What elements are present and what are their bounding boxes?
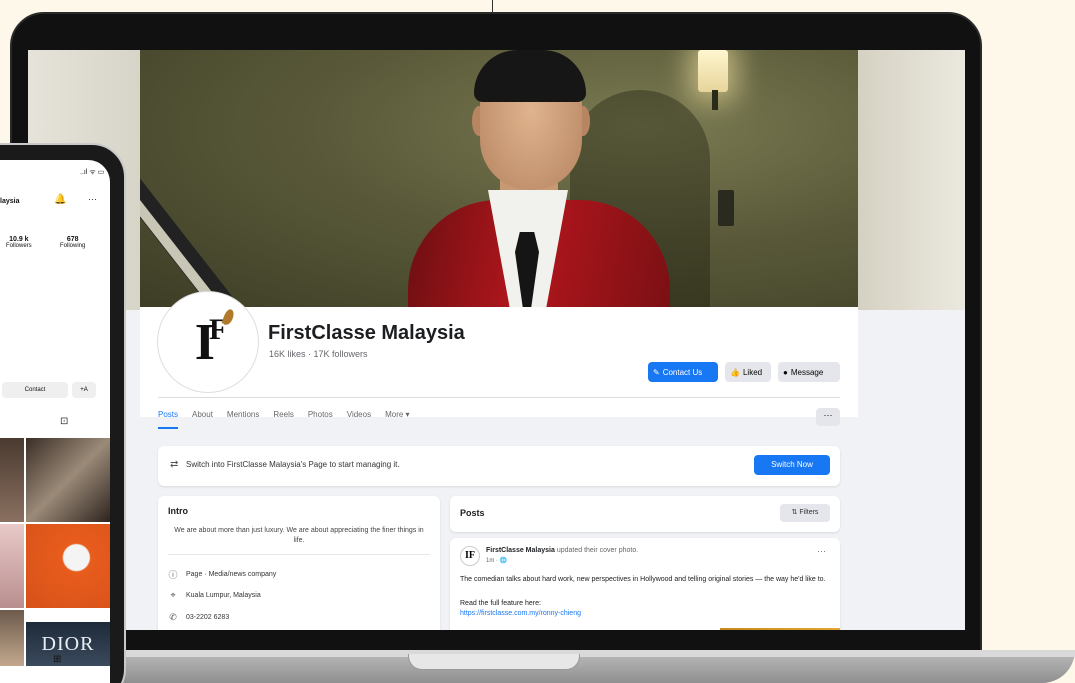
instagram-profile-name: laysia: [0, 198, 20, 205]
post-link[interactable]: https://firstclasse.com.my/ronny-chieng: [460, 610, 581, 617]
header-divider: [158, 397, 840, 398]
pencil-icon: ✎: [653, 367, 660, 377]
contact-button[interactable]: Contact: [2, 382, 68, 398]
contact-us-label: Contact Us: [662, 367, 703, 377]
switch-profile-icon: ⇄: [170, 459, 179, 470]
intro-item-category: ⓘ Page · Media/news company: [168, 568, 276, 581]
intro-item-text[interactable]: 03-2202 6283: [186, 614, 229, 621]
tab-mentions[interactable]: Mentions: [227, 410, 259, 429]
switch-prompt-text: Switch into FirstClasse Malaysia's Page …: [186, 460, 400, 469]
add-user-button[interactable]: +A: [72, 382, 96, 398]
firstclasse-logo: IF: [195, 307, 236, 372]
post-read-more: Read the full feature here:: [460, 600, 541, 607]
tab-about[interactable]: About: [192, 410, 213, 429]
post-image-preview[interactable]: [720, 628, 840, 630]
switch-profile-card: ⇄ Switch into FirstClasse Malaysia's Pag…: [158, 446, 840, 486]
instagram-post-grid: DIOR: [0, 438, 110, 666]
liked-label: Liked: [742, 367, 763, 377]
grid-post[interactable]: [0, 438, 24, 522]
filters-icon: ⇅: [791, 509, 798, 516]
more-options-button[interactable]: ···: [816, 408, 840, 426]
followers-label: Followers: [6, 243, 32, 249]
post-author-avatar[interactable]: IF: [460, 546, 480, 566]
thumbs-up-icon: 👍: [730, 367, 740, 377]
posts-header-card: Posts ⇅ Filters: [450, 496, 840, 532]
post-card: IF FirstClasse Malaysia updated their co…: [450, 538, 840, 630]
cover-wall-fixture: [718, 190, 734, 226]
intro-divider: [168, 554, 430, 555]
intro-item-phone: ✆ 03-2202 6283: [168, 612, 229, 623]
cover-wall-lamp: [698, 50, 728, 92]
followers-stat[interactable]: 10.9 k Followers: [6, 236, 32, 249]
message-button[interactable]: ● Message: [778, 362, 840, 382]
following-count: 678: [66, 236, 79, 243]
filters-button[interactable]: ⇅ Filters: [780, 504, 830, 522]
page-title: FirstClasse Malaysia: [268, 322, 465, 344]
info-icon: ⓘ: [168, 570, 178, 580]
intro-title: Intro: [168, 506, 188, 516]
switch-now-button[interactable]: Switch Now: [754, 455, 830, 475]
grid-post[interactable]: [0, 610, 24, 666]
intro-item-text: Kuala Lumpur, Malaysia: [186, 592, 261, 599]
intro-card: Intro We are about more than just luxury…: [158, 496, 440, 630]
liked-button[interactable]: 👍 Liked: [725, 362, 771, 382]
laptop-trackpad-notch: [408, 654, 580, 670]
post-timestamp[interactable]: 1m · 🌐: [486, 557, 507, 564]
phone-status-bar: ..ıl ᯤ ▭: [80, 169, 105, 176]
grid-post[interactable]: [26, 524, 110, 608]
cover-right-margin: [858, 50, 965, 310]
post-body: The comedian talks about hard work, new …: [460, 576, 826, 583]
tab-more[interactable]: More ▾: [385, 410, 409, 429]
following-stat[interactable]: 678 Following: [60, 236, 85, 249]
post-author-name[interactable]: FirstClasse Malaysia: [486, 547, 555, 554]
intro-item-text: Page · Media/news company: [186, 571, 277, 578]
laptop-screen: IF FirstClasse Malaysia 16K likes · 17K …: [28, 50, 965, 630]
post-action-text: updated their cover photo.: [556, 547, 639, 554]
intro-bio: We are about more than just luxury. We a…: [174, 527, 424, 544]
messenger-icon: ●: [783, 367, 788, 377]
tagged-posts-icon[interactable]: ⊡: [60, 416, 68, 427]
post-author: FirstClasse Malaysia updated their cover…: [486, 547, 638, 554]
message-label: Message: [790, 367, 824, 377]
page-tabs: Posts About Mentions Reels Photos Videos…: [158, 410, 410, 429]
phone-icon: ✆: [169, 612, 177, 622]
filters-label: Filters: [799, 509, 819, 516]
location-icon: ⌖: [170, 590, 176, 600]
cover-person-hair: [474, 50, 586, 102]
logo-leaf-icon: [221, 307, 236, 326]
tab-posts[interactable]: Posts: [158, 410, 179, 429]
tab-videos[interactable]: Videos: [347, 410, 371, 429]
posts-title: Posts: [460, 508, 485, 518]
phone-screen: ..ıl ᯤ ▭ laysia 🔔 ··· 10.9 k Followers 6…: [0, 160, 110, 683]
cover-lamp-arm: [712, 90, 718, 110]
reels-icon[interactable]: ⊞: [53, 654, 61, 665]
following-label: Following: [60, 243, 86, 249]
menu-dots-icon[interactable]: ···: [88, 194, 97, 204]
page-stats[interactable]: 16K likes · 17K followers: [269, 349, 368, 359]
grid-post[interactable]: [0, 524, 24, 608]
grid-post[interactable]: [26, 438, 110, 522]
notification-bell-icon[interactable]: 🔔: [54, 194, 66, 205]
followers-count: 10.9 k: [9, 236, 29, 243]
tab-reels[interactable]: Reels: [273, 410, 293, 429]
intro-item-location: ⌖ Kuala Lumpur, Malaysia: [168, 590, 261, 601]
contact-us-button[interactable]: ✎ Contact Us: [648, 362, 718, 382]
tab-photos[interactable]: Photos: [308, 410, 333, 429]
grid-post-dior[interactable]: DIOR: [26, 622, 110, 666]
cover-photo[interactable]: [140, 50, 858, 307]
page-avatar[interactable]: IF: [158, 292, 258, 392]
post-options-icon[interactable]: ···: [817, 546, 826, 556]
